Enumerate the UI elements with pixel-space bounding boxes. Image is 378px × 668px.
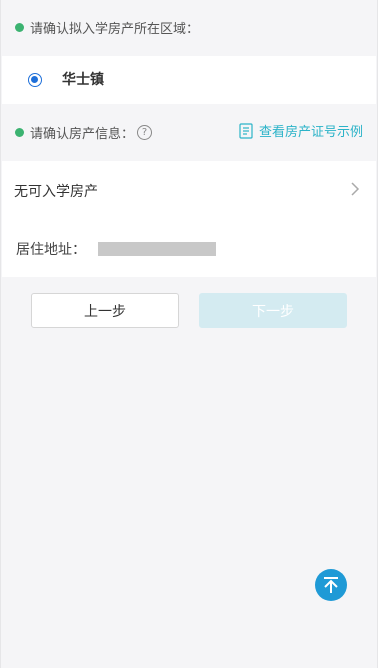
radio-selected-icon[interactable] bbox=[28, 73, 42, 87]
status-dot-icon bbox=[15, 128, 24, 137]
property-info-card: 无可入学房产 居住地址： bbox=[2, 161, 376, 277]
view-sample-link-label: 查看房产证号示例 bbox=[258, 125, 363, 140]
status-dot-icon bbox=[15, 23, 24, 32]
region-section-title: 请确认拟入学房产所在区域： bbox=[15, 18, 199, 37]
region-option-label: 华士镇 bbox=[62, 72, 104, 88]
scroll-top-button[interactable] bbox=[315, 569, 347, 601]
help-icon[interactable]: ? bbox=[137, 125, 153, 140]
region-title-text: 请确认拟入学房产所在区域： bbox=[30, 22, 200, 37]
address-label: 居住地址： bbox=[16, 242, 86, 258]
chevron-right-icon bbox=[351, 182, 360, 196]
prev-step-button[interactable]: 上一步 bbox=[31, 293, 179, 328]
address-value-redacted bbox=[98, 242, 216, 256]
property-section-title: 请确认房产信息： ? bbox=[15, 123, 153, 142]
view-sample-link[interactable]: 查看房产证号示例 bbox=[239, 121, 363, 140]
no-property-label: 无可入学房产 bbox=[14, 184, 98, 200]
region-option[interactable]: 华士镇 bbox=[2, 56, 376, 104]
document-icon bbox=[239, 122, 253, 139]
page: 请确认拟入学房产所在区域： 华士镇 请确认房产信息： ? 查看房产证号示例 无可… bbox=[0, 0, 378, 668]
property-title-text: 请确认房产信息： bbox=[30, 127, 135, 142]
scroll-top-icon bbox=[324, 577, 338, 593]
next-step-button[interactable]: 下一步 bbox=[199, 293, 347, 328]
